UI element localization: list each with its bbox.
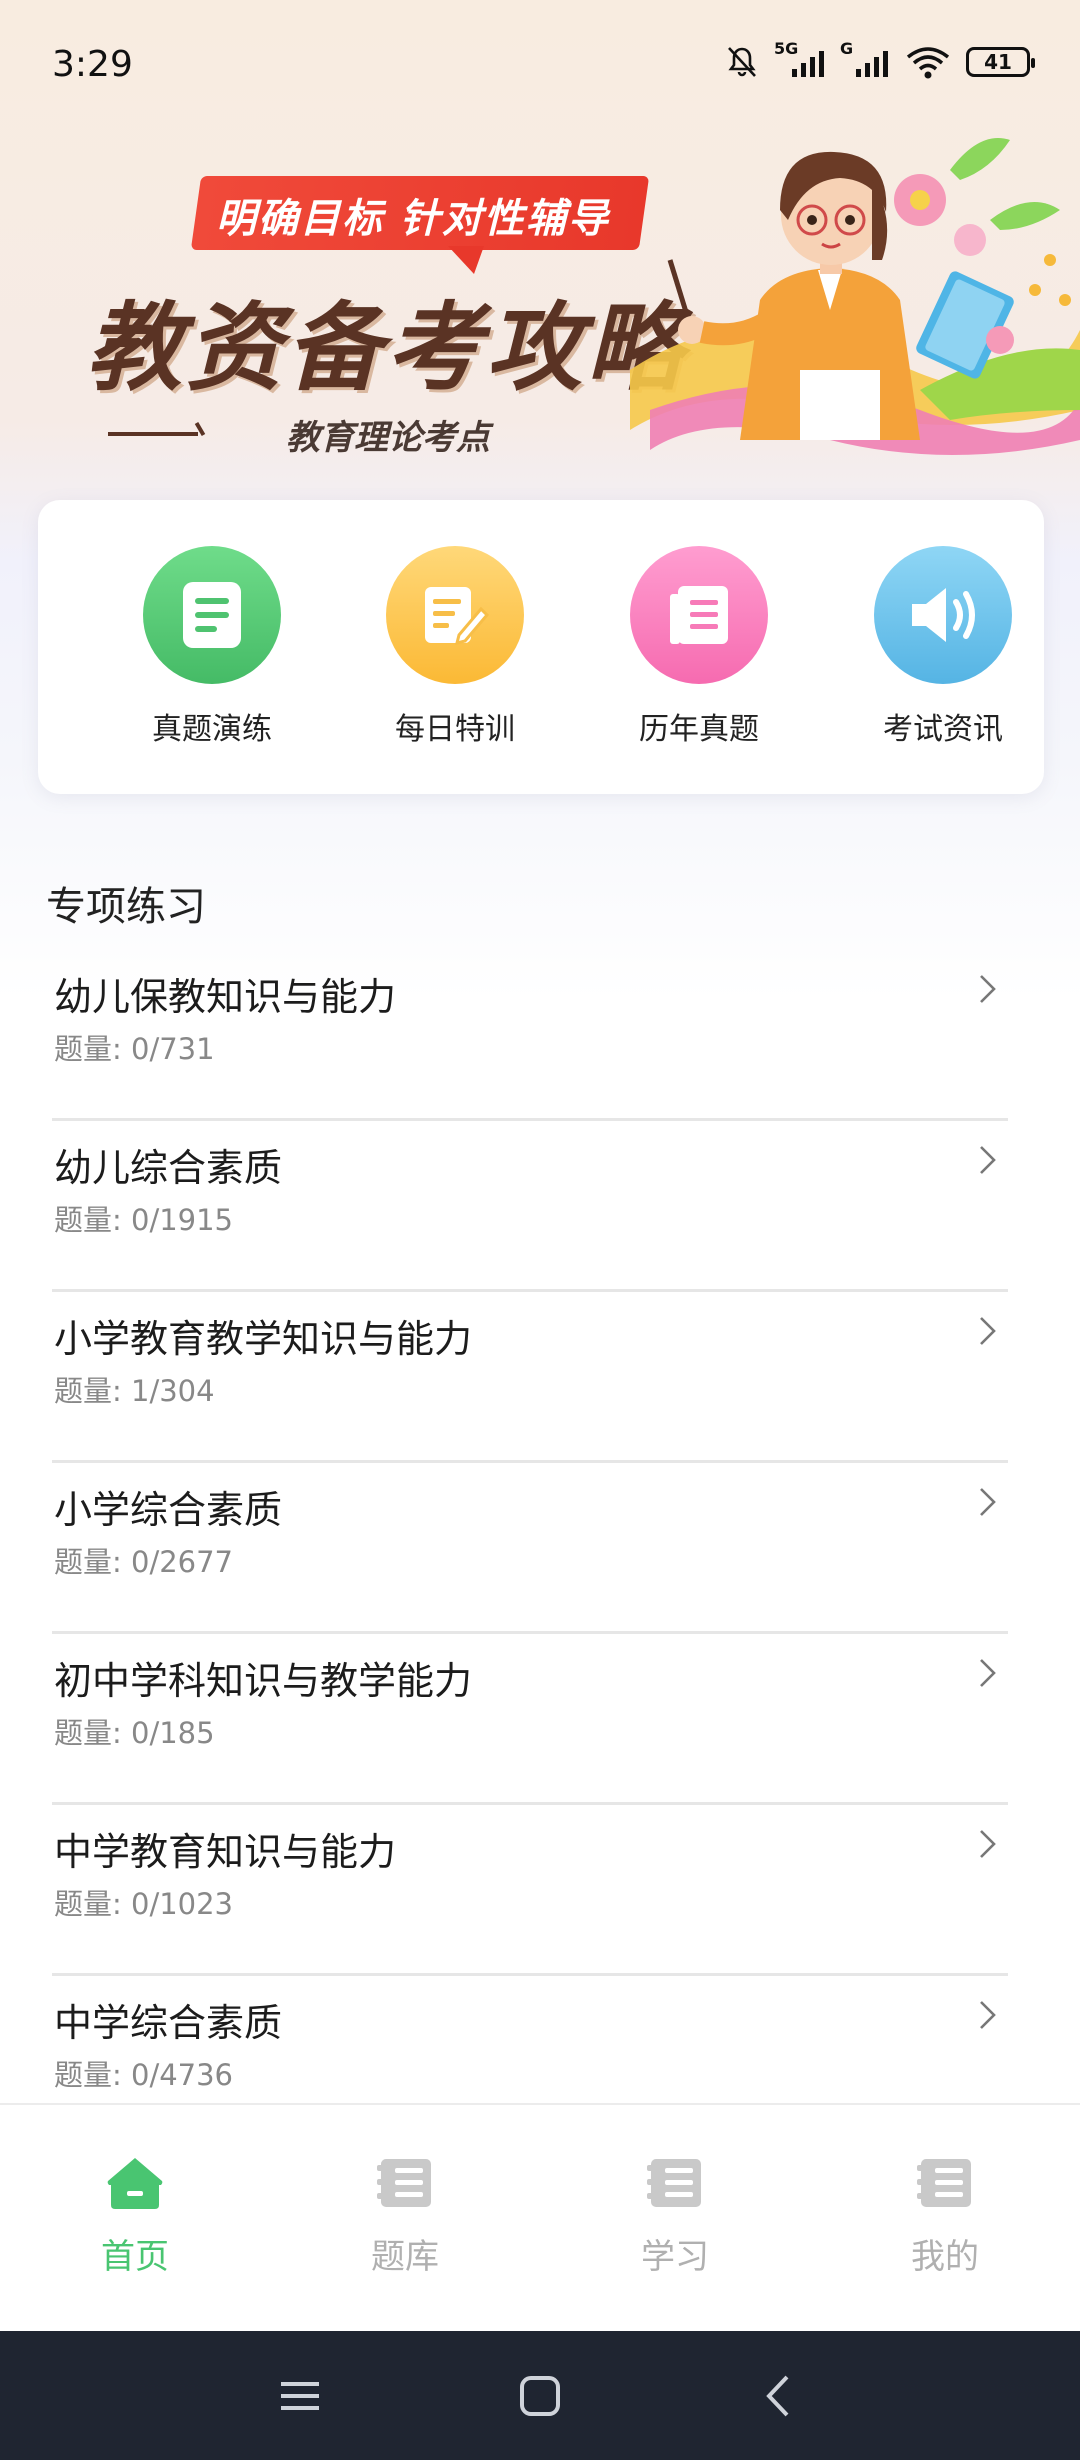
quick-action-real-exam[interactable]: 真题演练 [112,546,312,748]
banner-tag-text: 明确目标 针对性辅导 [216,196,610,242]
list-item-count: 题量: 0/4736 [54,2058,234,2092]
chevron-right-icon [980,1488,996,1516]
book-icon [630,546,768,684]
list-item-title: 小学综合素质 [54,1488,283,1532]
tab-label: 我的 [911,2237,979,2277]
back-icon[interactable] [755,2371,805,2421]
menu-icon[interactable] [275,2371,325,2421]
chevron-right-icon [980,1317,996,1345]
signal-5g-icon: 5G [774,39,826,77]
battery-icon: 41 [966,47,1035,77]
list-item-count: 题量: 1/304 [54,1374,215,1408]
edit-note-icon [386,546,524,684]
chevron-right-icon [980,975,996,1003]
list-item-count: 题量: 0/731 [54,1032,215,1066]
home-square-icon[interactable] [515,2371,565,2421]
tab-study[interactable]: 学习 [585,2155,765,2278]
tab-question-bank[interactable]: 题库 [315,2155,495,2278]
status-time: 3:29 [52,44,133,85]
book-stack-icon [917,2159,971,2207]
promo-banner[interactable]: 明确目标 针对性辅导 教资备考攻略 教育理论考点 [0,110,1080,510]
quick-action-label: 每日特训 [395,712,515,747]
tab-mine[interactable]: 我的 [855,2155,1035,2278]
system-nav-bar [0,2331,1080,2460]
speaker-icon [874,546,1012,684]
tab-label: 首页 [101,2237,169,2277]
tab-home[interactable]: 首页 [45,2155,225,2278]
book-stack-icon [377,2159,431,2207]
quick-action-past-papers[interactable]: 历年真题 [599,546,799,748]
bottom-tab-bar: 首页 题库 学习 我的 [0,2103,1080,2331]
list-item-count: 题量: 0/185 [54,1716,215,1750]
chevron-right-icon [980,1146,996,1174]
list-item-title: 中学教育知识与能力 [54,1830,397,1874]
list-item-count: 题量: 0/1023 [54,1887,234,1921]
list-item-title: 中学综合素质 [54,2001,283,2045]
quick-action-label: 历年真题 [639,712,759,747]
chevron-right-icon [980,1830,996,1858]
status-icons: 5G G 41 [724,39,1035,80]
signal-g-icon: G [840,39,890,77]
document-icon [143,546,281,684]
quick-action-label: 考试资讯 [883,712,1003,747]
list-item-title: 幼儿保教知识与能力 [54,975,397,1019]
mute-bell-icon [728,47,756,77]
teacher-illustration [630,138,1080,455]
list-item[interactable]: 幼儿综合素质 题量: 0/1915 [52,1121,1008,1292]
section-title: 专项练习 [46,884,206,930]
list-item[interactable]: 中学教育知识与能力 题量: 0/1023 [52,1805,1008,1976]
decorative-line [108,432,198,436]
quick-actions-card: 真题演练 每日特训 历年真题 考试资讯 [38,500,1044,794]
chevron-right-icon [980,1659,996,1687]
list-item-title: 幼儿综合素质 [54,1146,283,1190]
practice-list: 幼儿保教知识与能力 题量: 0/731 幼儿综合素质 题量: 0/1915 小学… [52,950,1008,2147]
tab-label: 学习 [641,2237,709,2277]
banner-subtitle: 教育理论考点 [286,418,490,458]
chevron-right-icon [980,2001,996,2029]
list-item-count: 题量: 0/1915 [54,1203,234,1237]
quick-action-exam-news[interactable]: 考试资讯 [843,546,1043,748]
book-stack-icon [647,2159,701,2207]
quick-action-daily-training[interactable]: 每日特训 [355,546,555,748]
list-item-title: 初中学科知识与教学能力 [54,1659,473,1703]
list-item[interactable]: 小学教育教学知识与能力 题量: 1/304 [52,1292,1008,1463]
list-item[interactable]: 小学综合素质 题量: 0/2677 [52,1463,1008,1634]
wifi-icon [906,47,950,79]
list-item[interactable]: 幼儿保教知识与能力 题量: 0/731 [52,950,1008,1121]
list-item-count: 题量: 0/2677 [54,1545,234,1579]
tab-label: 题库 [371,2237,439,2277]
home-icon [107,2158,163,2209]
list-item[interactable]: 初中学科知识与教学能力 题量: 0/185 [52,1634,1008,1805]
quick-action-label: 真题演练 [152,712,272,747]
list-item-title: 小学教育教学知识与能力 [54,1317,473,1361]
